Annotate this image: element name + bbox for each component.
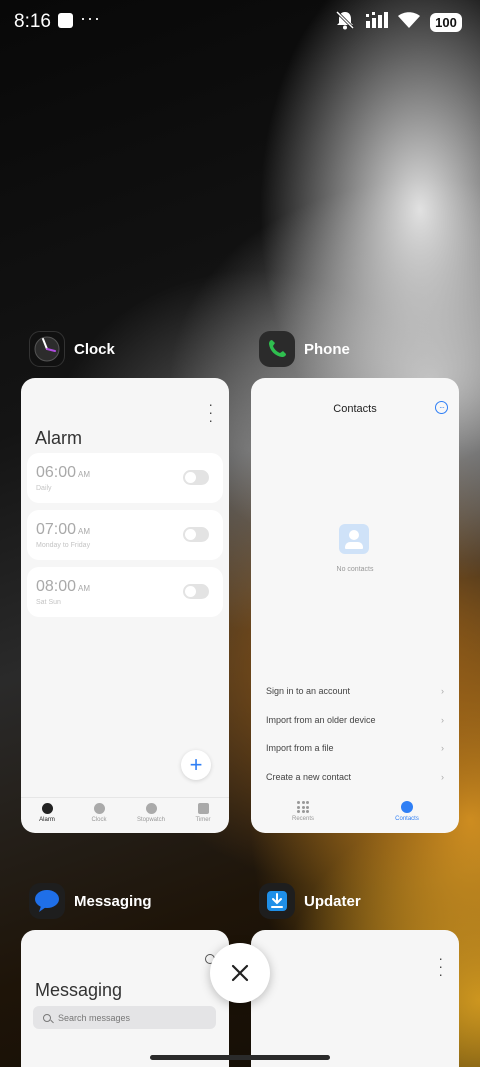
nav-label: Contacts — [395, 816, 419, 822]
nav-label: Timer — [195, 817, 211, 823]
contacts-icon — [401, 801, 413, 813]
nav-item-recents[interactable]: Recents — [251, 797, 355, 833]
stopwatch-icon — [145, 803, 157, 814]
close-icon — [231, 964, 249, 982]
bottom-nav: Alarm Clock Stopwatch Timer — [21, 797, 229, 833]
option-import-device[interactable]: Import from an older device › — [266, 715, 444, 725]
search-placeholder: Search messages — [58, 1012, 131, 1023]
alarm-repeat: Sat Sun — [36, 599, 61, 606]
option-label: Sign in to an account — [266, 686, 351, 696]
mute-icon — [334, 10, 356, 35]
bottom-nav: Recents Contacts — [251, 797, 459, 833]
more-options-icon[interactable]: ··· — [438, 951, 443, 981]
home-indicator[interactable] — [150, 1055, 330, 1060]
alarm-time: 06:00 — [36, 464, 77, 481]
alarm-ampm: AM — [78, 470, 91, 479]
screen-title: Alarm — [35, 428, 83, 448]
alarm-time: 07:00 — [36, 521, 77, 538]
option-label: Create a new contact — [266, 772, 352, 782]
app-name-messaging: Messaging — [74, 892, 152, 910]
nav-label: Recents — [291, 816, 314, 822]
app-card-messaging[interactable]: Messaging Search messages — [21, 930, 229, 1067]
status-bar: 8:16 ··· 100 — [0, 0, 480, 44]
status-time: 8:16 — [14, 11, 51, 32]
app-card-clock[interactable]: · · · Alarm 06:00 AM Daily 07:00 AM Monday t… — [21, 378, 229, 833]
nav-item-stopwatch[interactable]: Stopwatch — [125, 798, 177, 833]
empty-state-text: No contacts — [336, 566, 374, 573]
nav-label: Clock — [91, 817, 107, 823]
clock-icon — [93, 803, 105, 814]
alarm-item[interactable]: 06:00 AM Daily — [27, 453, 223, 503]
app-name-updater: Updater — [304, 892, 361, 910]
nav-item-timer[interactable]: Timer — [177, 798, 229, 833]
nav-label: Alarm — [39, 817, 55, 823]
alarm-toggle[interactable] — [183, 527, 209, 542]
chevron-right-icon: › — [441, 715, 444, 725]
more-options-icon[interactable]: ··· — [435, 401, 448, 414]
signal-icon — [366, 12, 388, 33]
app-name-phone: Phone — [304, 340, 350, 358]
nav-label: Stopwatch — [136, 817, 166, 823]
option-import-file[interactable]: Import from a file › — [266, 743, 444, 753]
alarm-item[interactable]: 08:00 AM Sat Sun — [27, 567, 223, 617]
app-header-messaging[interactable]: Messaging — [29, 883, 152, 919]
option-label: Import from a file — [266, 743, 334, 753]
updater-app-icon — [259, 883, 295, 919]
nav-item-clock[interactable]: Clock — [73, 798, 125, 833]
app-card-updater[interactable]: · · · — [251, 930, 459, 1067]
more-notifications-icon: ··· — [80, 8, 101, 28]
app-header-updater[interactable]: Updater — [259, 883, 361, 919]
search-icon — [43, 1013, 51, 1022]
app-header-phone[interactable]: Phone — [259, 331, 350, 367]
nav-item-alarm[interactable]: Alarm — [21, 798, 73, 833]
alarm-ampm: AM — [78, 584, 91, 593]
alarm-repeat: Daily — [36, 485, 52, 492]
nav-item-contacts[interactable]: Contacts — [355, 797, 459, 833]
wifi-icon — [398, 11, 420, 34]
app-header-clock[interactable]: Clock — [29, 331, 115, 367]
alarm-toggle[interactable] — [183, 470, 209, 485]
alarm-icon — [41, 803, 53, 814]
more-options-icon[interactable]: ··· — [208, 397, 213, 427]
alarm-ampm: AM — [78, 527, 91, 536]
alarm-toggle[interactable] — [183, 584, 209, 599]
alarm-time: 08:00 — [36, 578, 77, 595]
option-sign-in[interactable]: Sign in to an account › — [266, 686, 444, 696]
screen-title: Messaging — [35, 980, 123, 1000]
clear-all-button[interactable] — [210, 943, 270, 1003]
chevron-right-icon: › — [441, 743, 444, 753]
add-alarm-button[interactable]: + — [181, 750, 211, 780]
messaging-app-icon — [29, 883, 65, 919]
phone-app-icon — [259, 331, 295, 367]
search-input[interactable]: Search messages — [33, 1006, 216, 1029]
clock-app-icon — [29, 331, 65, 367]
battery-indicator: 100 — [430, 13, 462, 32]
screen-title: Contacts — [333, 403, 377, 415]
option-create-contact[interactable]: Create a new contact › — [266, 772, 444, 782]
option-label: Import from an older device — [266, 715, 376, 725]
app-name-clock: Clock — [74, 340, 115, 358]
timer-icon — [197, 803, 209, 814]
alarm-repeat: Monday to Friday — [36, 542, 91, 549]
notification-icon — [58, 13, 73, 28]
app-card-phone[interactable]: Contacts ··· No contacts Sign in to an a… — [251, 378, 459, 833]
alarm-item[interactable]: 07:00 AM Monday to Friday — [27, 510, 223, 560]
dialpad-icon — [297, 801, 309, 813]
chevron-right-icon: › — [441, 772, 444, 782]
chevron-right-icon: › — [441, 686, 444, 696]
empty-contacts-icon — [339, 524, 369, 554]
